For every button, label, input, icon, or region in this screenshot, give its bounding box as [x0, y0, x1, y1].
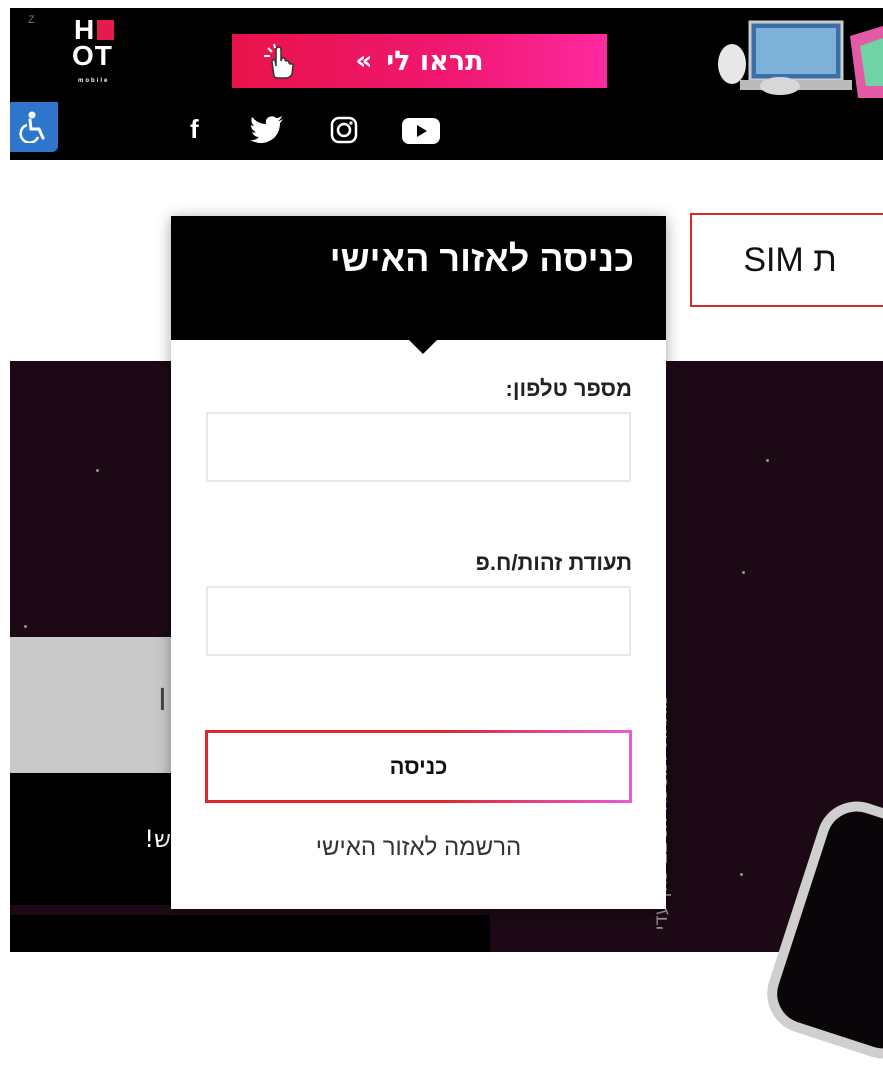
logo-ot: OT [72, 40, 113, 71]
grey-banner-text: I [158, 683, 167, 718]
facebook-icon[interactable]: f [190, 114, 199, 145]
youtube-icon[interactable] [402, 118, 440, 144]
black-banner: !ש [10, 773, 193, 905]
star-dot [24, 625, 27, 628]
register-link[interactable]: הרשמה לאזור האישי [171, 834, 666, 862]
star-dot [742, 571, 745, 574]
grey-banner: I [10, 637, 190, 773]
show-me-button[interactable]: « תראו לי [232, 34, 607, 88]
login-title: כניסה לאזור האישי [329, 238, 634, 279]
login-button[interactable]: כניסה [205, 730, 632, 803]
instagram-icon[interactable] [330, 116, 358, 144]
logo-red-square [97, 20, 114, 40]
promo-products-image [710, 16, 883, 98]
cta-label: תראו לי [386, 45, 484, 77]
login-popup: כניסה לאזור האישי מספר טלפון: תעודת זהות… [171, 216, 666, 909]
login-header: כניסה לאזור האישי [171, 216, 666, 340]
star-dot [96, 469, 99, 472]
bottom-strip [10, 915, 490, 952]
header-notch [409, 340, 437, 354]
accessibility-icon [19, 111, 45, 143]
black-banner-text: !ש [144, 825, 171, 853]
twitter-icon[interactable] [250, 116, 284, 144]
id-input[interactable] [206, 586, 631, 656]
top-banner: Z H OT mobile « תראו לי [10, 8, 883, 98]
id-label: תעודת זהות/ח.פ [475, 550, 632, 575]
star-dot [766, 459, 769, 462]
z-mark: Z [28, 14, 35, 26]
logo-mobile: mobile [78, 78, 110, 84]
cta-arrow: « [355, 46, 373, 76]
phone-input[interactable] [206, 412, 631, 482]
social-bar: f [10, 98, 883, 160]
hot-mobile-logo[interactable]: H OT mobile [68, 16, 132, 96]
star-dot [740, 873, 743, 876]
accessibility-button[interactable] [10, 102, 58, 152]
phone-label: מספר טלפון: [505, 376, 632, 401]
pointing-hand-icon [264, 43, 294, 79]
sim-tab[interactable]: ת SIM [690, 213, 883, 307]
